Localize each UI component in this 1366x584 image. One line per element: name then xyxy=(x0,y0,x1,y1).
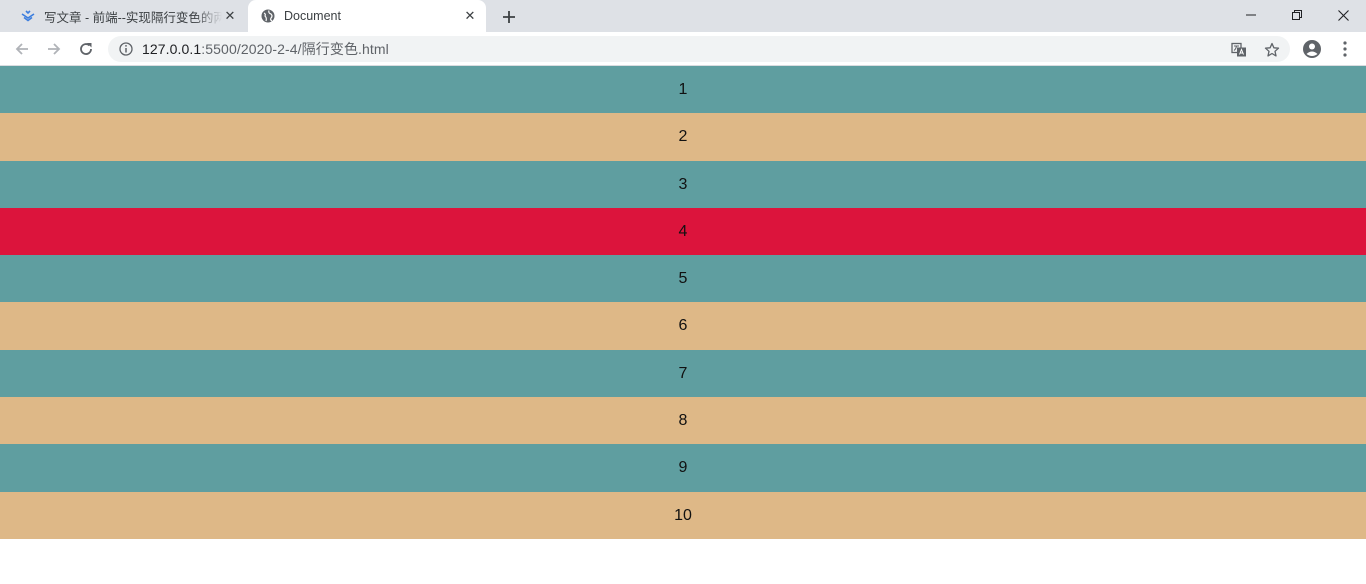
browser-toolbar: 127.0.0.1:5500/2020-2-4/隔行变色.html xyxy=(0,32,1366,66)
url-text[interactable]: 127.0.0.1:5500/2020-2-4/隔行变色.html xyxy=(142,39,389,59)
list-item: 4 xyxy=(0,207,1366,256)
list-item: 2 xyxy=(0,113,1366,161)
new-tab-button[interactable] xyxy=(498,6,520,28)
address-bar[interactable]: 127.0.0.1:5500/2020-2-4/隔行变色.html xyxy=(108,36,1290,62)
bookmark-star-icon[interactable] xyxy=(1263,41,1281,59)
forward-button[interactable] xyxy=(42,37,66,61)
list-item: 10 xyxy=(0,491,1366,539)
list-item: 8 xyxy=(0,397,1366,445)
forward-arrow-icon xyxy=(48,43,61,55)
close-tab-icon[interactable]: ✕ xyxy=(222,8,238,24)
account-icon xyxy=(1303,40,1321,58)
close-window-button[interactable] xyxy=(1320,0,1366,30)
minimize-icon xyxy=(1246,14,1256,16)
csdn-write-icon xyxy=(20,8,36,24)
site-info-icon[interactable] xyxy=(118,41,134,57)
restore-button[interactable] xyxy=(1274,0,1320,30)
url-host: 127.0.0.1 xyxy=(142,41,202,57)
profile-button[interactable] xyxy=(1300,37,1324,61)
kebab-menu-icon xyxy=(1343,41,1347,57)
back-button[interactable] xyxy=(10,37,34,61)
close-tab-icon[interactable]: ✕ xyxy=(462,8,478,24)
menu-button[interactable] xyxy=(1333,37,1357,61)
minimize-button[interactable] xyxy=(1228,0,1274,30)
tab-document[interactable]: Document ✕ xyxy=(248,0,486,32)
url-path: :5500/2020-2-4/隔行变色.html xyxy=(201,41,389,57)
list-item: 5 xyxy=(0,255,1366,303)
close-icon xyxy=(1337,9,1349,21)
list-item: 1 xyxy=(0,66,1366,114)
translate-icon[interactable] xyxy=(1230,41,1248,59)
page-viewport: 1 2 3 4 5 6 7 8 9 10 xyxy=(0,66,1366,584)
tab-write-article[interactable]: 写文章 - 前端--实现隔行变色的两 ✕ xyxy=(8,0,246,32)
plus-icon xyxy=(503,11,515,23)
list-item: 9 xyxy=(0,444,1366,492)
zebra-list: 1 2 3 4 5 6 7 8 9 10 xyxy=(0,66,1366,539)
tab-title: 写文章 - 前端--实现隔行变色的两 xyxy=(44,10,222,25)
list-item: 7 xyxy=(0,349,1366,398)
restore-icon xyxy=(1292,10,1302,20)
list-item: 6 xyxy=(0,302,1366,350)
back-arrow-icon xyxy=(15,43,28,55)
tab-title: Document xyxy=(284,9,341,23)
tab-strip: 写文章 - 前端--实现隔行变色的两 ✕ Document ✕ xyxy=(0,0,1366,32)
list-item: 3 xyxy=(0,160,1366,208)
reload-icon xyxy=(80,43,92,55)
globe-icon xyxy=(260,8,276,24)
reload-button[interactable] xyxy=(74,37,98,61)
